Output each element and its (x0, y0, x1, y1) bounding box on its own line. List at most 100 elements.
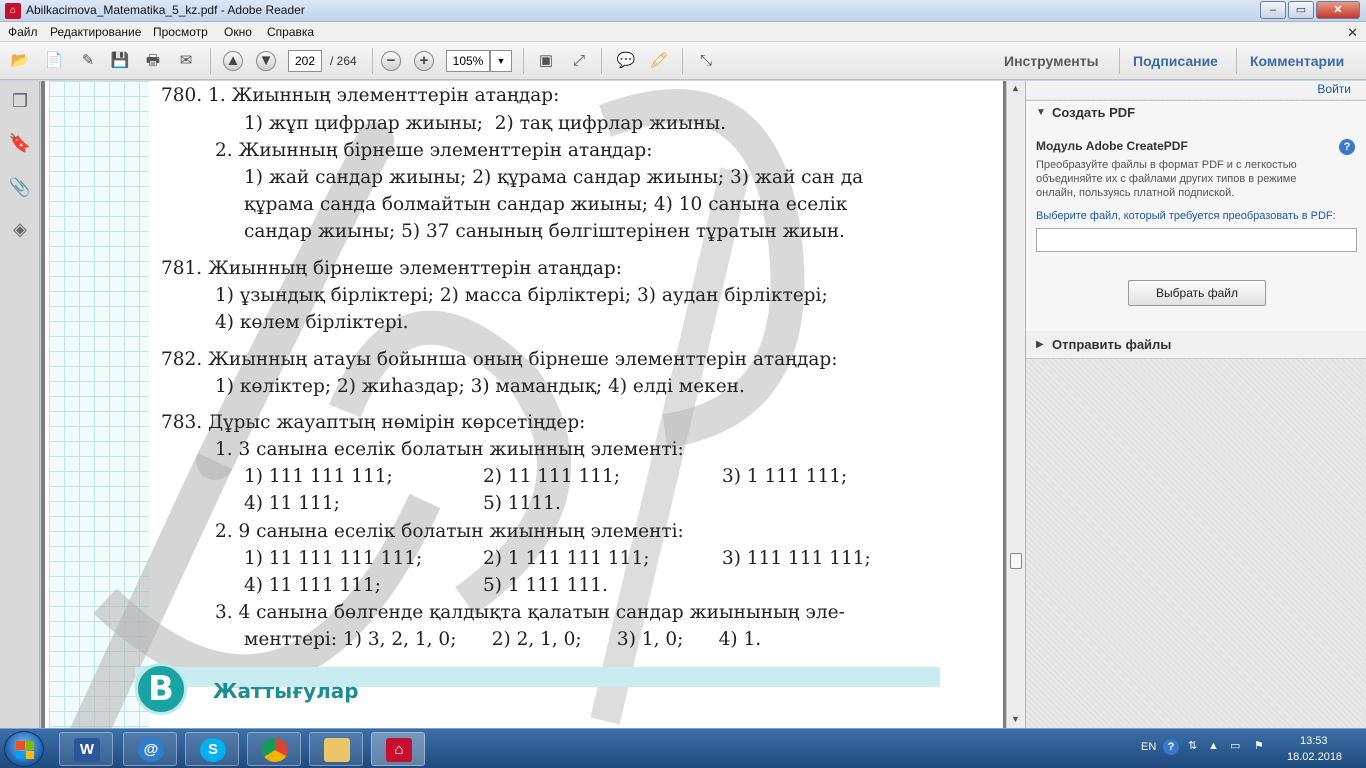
exercise-line: 3. 4 санына бөлгенде қалдықта қалатын са… (215, 602, 845, 623)
close-button[interactable]: ✕ (1316, 1, 1360, 19)
answer-option: 3) 111 111 111; (722, 548, 871, 569)
section-badge: B (135, 663, 187, 715)
previous-page-icon[interactable]: ▲ (223, 51, 243, 71)
tools-tab[interactable]: Инструменты (1004, 53, 1099, 69)
toolbar-separator (372, 48, 373, 74)
scroll-down-icon[interactable]: ▼ (1011, 714, 1020, 724)
language-indicator[interactable]: EN (1141, 741, 1156, 753)
scrollbar-thumb[interactable] (1010, 553, 1022, 569)
maximize-button[interactable]: ▭ (1288, 1, 1314, 19)
word-icon: W (74, 738, 100, 762)
menu-view[interactable]: Просмотр (153, 25, 208, 39)
menu-edit[interactable]: Редактирование (50, 25, 141, 39)
menu-window[interactable]: Окно (224, 25, 252, 39)
send-files-panel[interactable]: ▶ Отправить файлы (1026, 331, 1366, 359)
clock-time[interactable]: 13:53 (1300, 735, 1328, 747)
layers-icon[interactable]: ◈ (8, 217, 32, 241)
module-title: Модуль Adobe CreatePDF (1036, 139, 1188, 153)
minimize-button[interactable]: – (1260, 1, 1286, 19)
exercise-line: 1) көліктер; 2) жиһаздар; 3) мамандық; 4… (215, 376, 745, 397)
create-pdf-header[interactable]: Создать PDF (1052, 105, 1135, 120)
sign-tab[interactable]: Подписание (1133, 53, 1218, 69)
menu-file[interactable]: Файл (8, 25, 38, 39)
expand-triangle-icon[interactable]: ▶ (1036, 339, 1044, 350)
help-icon[interactable]: ? (1339, 139, 1355, 155)
send-files-header[interactable]: Отправить файлы (1052, 337, 1171, 352)
bookmarks-icon[interactable]: 🔖 (8, 131, 32, 155)
page-thumbnails-icon[interactable]: ❐ (8, 89, 32, 113)
create-pdf-panel: ▼ Создать PDF Модуль Adobe CreatePDF ? П… (1026, 100, 1366, 340)
toolbar-separator (682, 48, 683, 74)
display-tray-icon[interactable]: ▭ (1230, 739, 1240, 752)
exercise-782-heading: 782. Жиынның атауы бойынша оның бірнеше … (161, 349, 838, 370)
zoom-dropdown-icon[interactable]: ▼ (490, 50, 512, 72)
taskbar-mail[interactable]: @ (123, 732, 177, 766)
exercise-line: 4) көлем бірліктері. (215, 312, 409, 333)
taskbar-chrome[interactable] (247, 732, 301, 766)
answer-option: 2) 1 111 111 111; (483, 548, 650, 569)
fullscreen-icon[interactable]: ⤡ (694, 49, 718, 73)
window-title: Abilkacimova_Matematika_5_kz.pdf - Adobe… (26, 3, 305, 17)
document-scrollbar[interactable]: ▲ ▼ (1006, 81, 1025, 728)
exercise-line: 2. Жиынның бірнеше элементтерін атаңдар: (215, 140, 653, 161)
document-close-icon[interactable]: ✕ (1347, 25, 1358, 41)
mail-icon: @ (138, 738, 164, 762)
toolbar: 📂 📄 ✎ 💾 🖶 ✉ ▲ ▼ 202 / 264 − + 105% ▼ ▣ ⤢… (0, 42, 1366, 80)
comment-icon[interactable]: 💬 (614, 49, 638, 73)
exercise-783-heading: 783. Дұрыс жауаптың нөмірін көрсетіңдер: (161, 412, 586, 433)
toolbar-separator (601, 48, 602, 74)
zoom-in-icon[interactable]: + (414, 51, 434, 71)
module-description: Преобразуйте файлы в формат PDF и с легк… (1036, 159, 1297, 199)
exercise-line: 1. 3 санына еселік болатын жиынның элеме… (215, 439, 684, 460)
fit-page-icon[interactable]: ▣ (534, 49, 558, 73)
exercise-line: 1) ұзындық бірліктері; 2) масса бірлікте… (215, 285, 828, 306)
attachments-icon[interactable]: 📎 (8, 175, 32, 199)
zoom-level-input[interactable]: 105% (446, 50, 490, 72)
clock-date[interactable]: 18.02.2018 (1287, 751, 1342, 763)
open-icon[interactable]: 📂 (8, 49, 32, 73)
taskbar-explorer[interactable] (309, 732, 363, 766)
choose-file-button[interactable]: Выбрать файл (1128, 280, 1266, 306)
tools-pane-header: Войти (1026, 81, 1366, 99)
create-pdf-icon[interactable]: 📄 (42, 49, 66, 73)
collapse-triangle-icon[interactable]: ▼ (1036, 107, 1046, 118)
answer-option: 5) 1 111 111. (483, 575, 608, 596)
exercise-781-heading: 781. Жиынның бірнеше элементтерін атаңда… (161, 258, 623, 279)
file-path-field[interactable] (1036, 228, 1357, 252)
file-prompt: Выберите файл, который требуется преобра… (1036, 210, 1336, 222)
fit-width-icon[interactable]: ⤢ (567, 49, 591, 73)
document-view[interactable]: 780. 1. Жиынның элементтерін атаңдар: 1)… (41, 81, 1006, 728)
comments-tab[interactable]: Комментарии (1250, 53, 1344, 69)
zoom-out-icon[interactable]: − (381, 51, 401, 71)
start-button[interactable] (4, 731, 44, 767)
answer-option: 2) 11 111 111; (483, 466, 621, 487)
show-hidden-icons-icon[interactable]: ▲ (1208, 740, 1219, 752)
title-bar: ⌂ Abilkacimova_Matematika_5_kz.pdf - Ado… (0, 0, 1366, 22)
exercise-line: сандар жиыны; 5) 37 санының бөлгіштеріне… (244, 221, 845, 242)
network-tray-icon[interactable]: ⇅ (1188, 739, 1197, 752)
help-tray-icon[interactable]: ? (1163, 739, 1179, 755)
scroll-up-icon[interactable]: ▲ (1011, 83, 1020, 93)
pdf-page: 780. 1. Жиынның элементтерін атаңдар: 1)… (45, 81, 1003, 728)
sign-in-link[interactable]: Войти (1317, 82, 1351, 96)
taskbar-skype[interactable]: S (185, 732, 239, 766)
next-page-icon[interactable]: ▼ (256, 51, 276, 71)
page-grid-margin (49, 81, 149, 728)
email-icon[interactable]: ✉ (174, 49, 198, 73)
answer-option: 1) 11 111 111 111; (244, 548, 423, 569)
print-icon[interactable]: 🖶 (141, 49, 165, 73)
taskbar-word[interactable]: W (59, 732, 113, 766)
taskbar-adobe-reader[interactable]: ⌂ (371, 732, 425, 766)
windows-logo-icon (16, 741, 34, 759)
page-number-input[interactable]: 202 (288, 50, 322, 72)
menu-help[interactable]: Справка (267, 25, 314, 39)
toolbar-separator (1119, 48, 1120, 74)
answer-option: 3) 1 111 111; (722, 466, 848, 487)
action-center-flag-icon[interactable]: ⚑ (1254, 739, 1264, 752)
save-icon[interactable]: 💾 (108, 49, 132, 73)
adobe-reader-icon: ⌂ (386, 738, 412, 762)
toolbar-separator (1236, 48, 1237, 74)
highlight-icon[interactable]: 🖍 (647, 49, 671, 73)
edit-icon[interactable]: ✎ (76, 49, 100, 73)
section-title: Жаттығулар (213, 679, 359, 703)
